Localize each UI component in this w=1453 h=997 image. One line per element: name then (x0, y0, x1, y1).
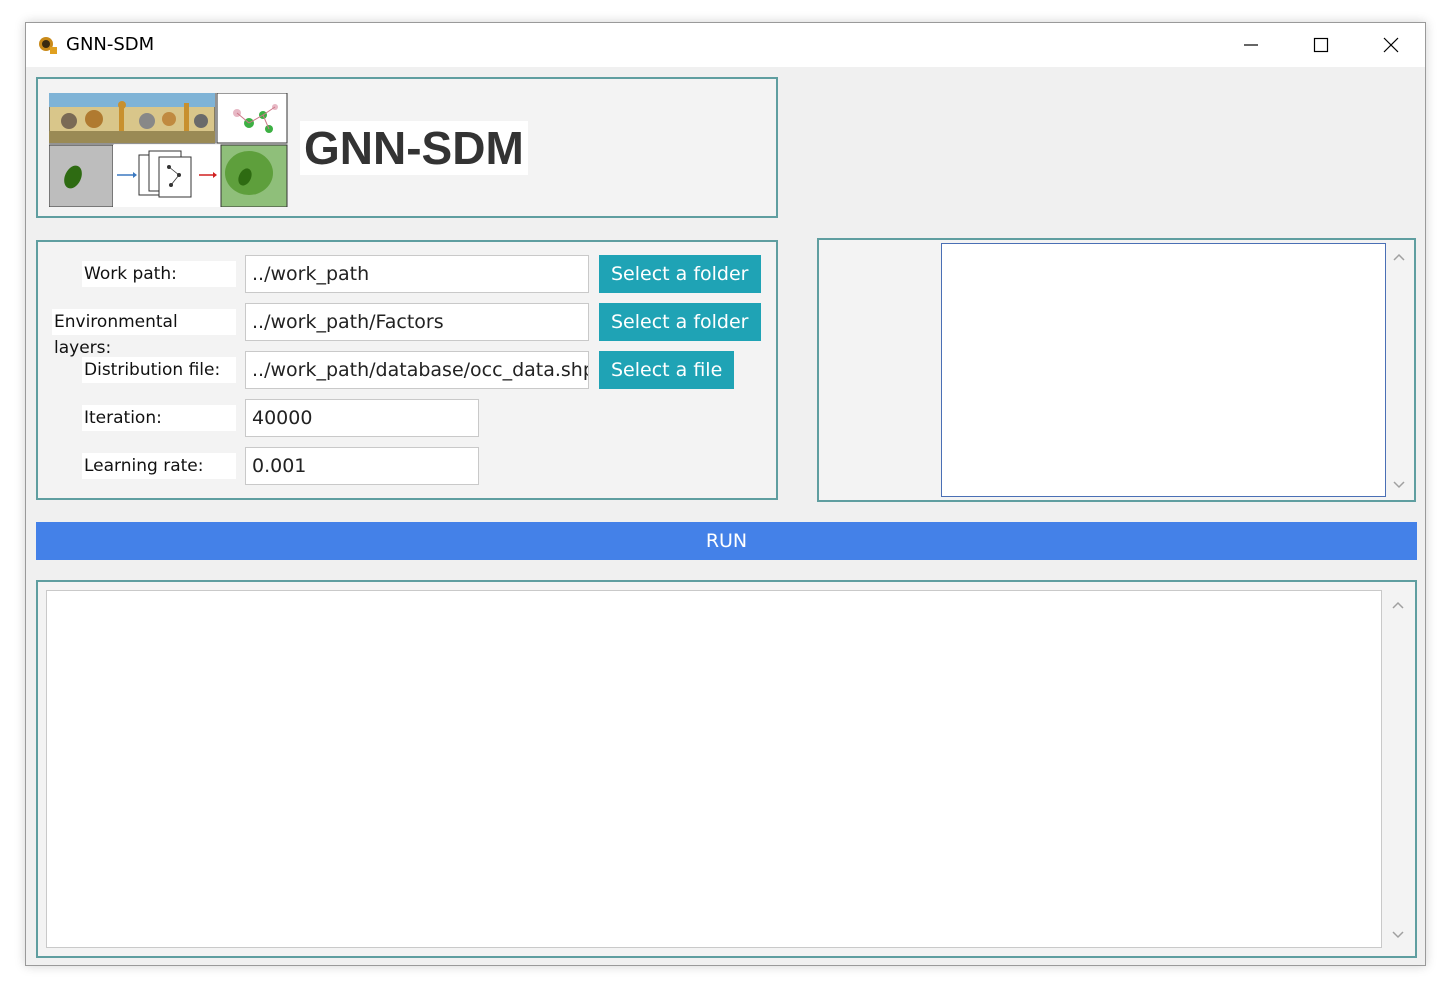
title-bar[interactable]: GNN-SDM (26, 23, 1425, 67)
log-panel (36, 580, 1417, 958)
log-scroll-down-icon[interactable] (1391, 928, 1405, 942)
run-button[interactable]: RUN (36, 522, 1417, 560)
header-banner: GNN-SDM (36, 77, 778, 218)
distribution-file-input[interactable]: ../work_path/database/occ_data.shp (245, 351, 589, 389)
workflow-graphic (49, 93, 288, 207)
minimize-button[interactable] (1216, 23, 1286, 67)
log-scroll-up-icon[interactable] (1391, 598, 1405, 612)
work-path-select-folder-button[interactable]: Select a folder (599, 255, 761, 293)
close-icon (1383, 37, 1399, 53)
iteration-label: Iteration: (82, 405, 236, 431)
scroll-down-icon[interactable] (1392, 478, 1406, 492)
work-path-label: Work path: (82, 261, 236, 287)
environmental-layers-label: Environmental layers: (52, 309, 236, 358)
learning-rate-input[interactable]: 0.001 (245, 447, 479, 485)
app-icon (39, 37, 57, 54)
banner-title: GNN-SDM (300, 121, 528, 175)
environmental-layers-select-folder-button[interactable]: Select a folder (599, 303, 761, 341)
maximize-icon (1313, 37, 1329, 53)
preview-panel (817, 238, 1416, 502)
maximize-button[interactable] (1286, 23, 1356, 67)
distribution-file-label: Distribution file: (82, 357, 236, 383)
settings-panel: Work path: ../work_path Select a folder … (36, 240, 778, 500)
scroll-up-icon[interactable] (1392, 250, 1406, 264)
app-window: GNN-SDM GNN-SDM Work path: ../work_path … (25, 22, 1426, 966)
window-title: GNN-SDM (66, 34, 155, 55)
close-button[interactable] (1356, 23, 1426, 67)
iteration-input[interactable]: 40000 (245, 399, 479, 437)
preview-area (941, 243, 1386, 497)
log-output[interactable] (46, 590, 1382, 948)
environmental-layers-input[interactable]: ../work_path/Factors (245, 303, 589, 341)
minimize-icon (1244, 44, 1258, 46)
distribution-file-select-file-button[interactable]: Select a file (599, 351, 735, 389)
learning-rate-label: Learning rate: (82, 453, 236, 479)
work-path-input[interactable]: ../work_path (245, 255, 589, 293)
